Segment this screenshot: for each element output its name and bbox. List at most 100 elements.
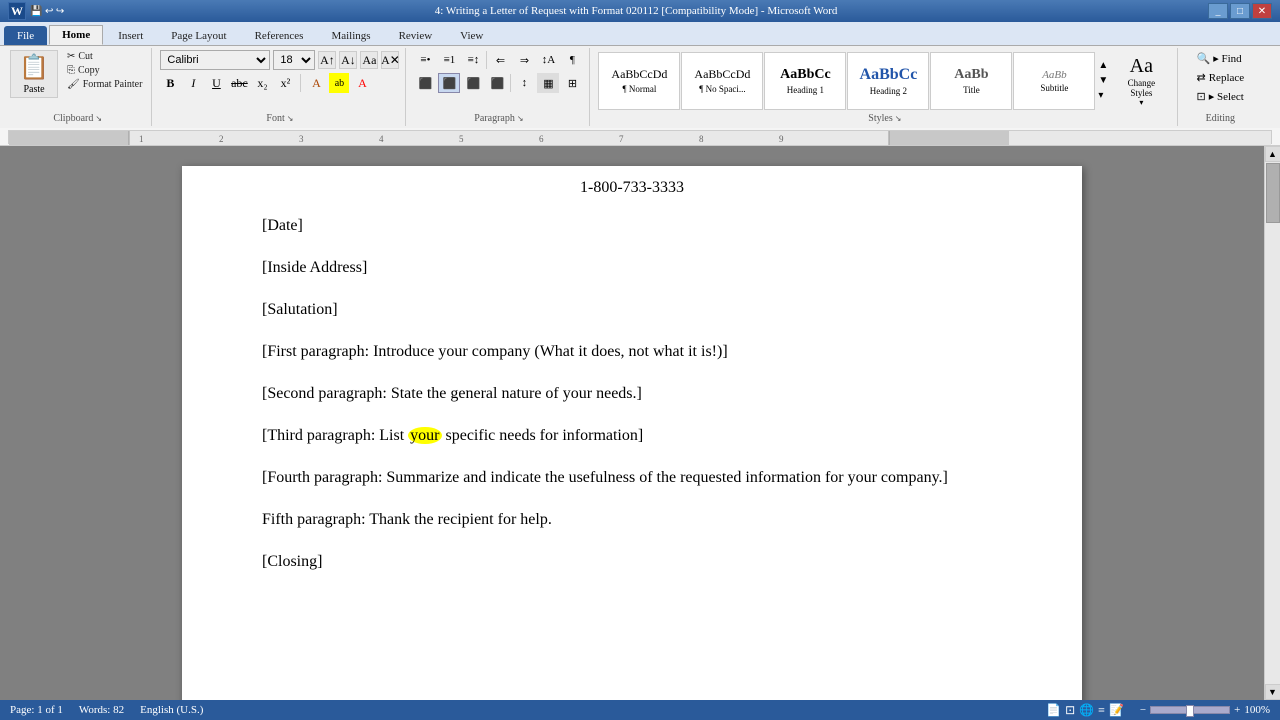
strikethrough-button[interactable]: abc xyxy=(229,73,249,93)
grow-font-button[interactable]: A↑ xyxy=(318,51,336,69)
change-styles-button[interactable]: Aa ChangeStyles ▾ xyxy=(1111,51,1171,111)
styles-scroll-up-button[interactable]: ▲ xyxy=(1096,58,1110,73)
tab-home[interactable]: Home xyxy=(49,25,103,45)
increase-indent-button[interactable]: ⇒ xyxy=(513,50,535,70)
tab-file[interactable]: File xyxy=(4,26,47,45)
zoom-out-button[interactable]: − xyxy=(1140,704,1146,716)
language: English (U.S.) xyxy=(140,704,203,716)
text-effects-button[interactable]: A xyxy=(306,73,326,93)
style-subtitle[interactable]: AaBb Subtitle xyxy=(1013,52,1095,110)
clear-formatting-button[interactable]: A✕ xyxy=(381,51,399,69)
cut-button[interactable]: ✂ Cut xyxy=(64,50,145,63)
paragraph-dialog-launcher[interactable]: ↘ xyxy=(517,114,524,123)
print-layout-button[interactable]: 📄 xyxy=(1046,703,1061,718)
paste-button[interactable]: 📋 Paste xyxy=(10,50,58,98)
decrease-indent-button[interactable]: ⇐ xyxy=(489,50,511,70)
copy-icon: ⎘ xyxy=(67,65,75,76)
tab-mailings[interactable]: Mailings xyxy=(318,26,383,45)
replace-button[interactable]: ⇄ Replace xyxy=(1193,69,1249,86)
outline-button[interactable]: ≡ xyxy=(1098,703,1105,718)
find-label: ▸ Find xyxy=(1213,52,1241,65)
scroll-down-button[interactable]: ▼ xyxy=(1265,684,1280,700)
scroll-track[interactable] xyxy=(1265,162,1280,684)
clipboard-group-content: 📋 Paste ✂ Cut ⎘ Copy 🖌 Format Painter xyxy=(10,50,145,111)
document-page[interactable]: 1-800-733-3333 [Date] [Inside Address] [… xyxy=(182,166,1082,700)
style-heading2[interactable]: AaBbCc Heading 2 xyxy=(847,52,929,110)
format-painter-label: Format Painter xyxy=(83,79,143,90)
change-styles-label: ChangeStyles xyxy=(1128,78,1156,98)
style-heading1[interactable]: AaBbCc Heading 1 xyxy=(764,52,846,110)
bullets-button[interactable]: ≡• xyxy=(414,50,436,70)
font-color-button[interactable]: A xyxy=(352,73,372,93)
style-normal[interactable]: AaBbCcDd ¶ Normal xyxy=(598,52,680,110)
title-bar-controls[interactable]: _ □ ✕ xyxy=(1208,3,1272,19)
justify-button[interactable]: ⬛ xyxy=(486,73,508,93)
style-normal-preview: AaBbCcDd xyxy=(611,67,667,82)
sort-button[interactable]: ↕A xyxy=(537,50,559,70)
line-spacing-button[interactable]: ↕ xyxy=(513,73,535,93)
word-count: Words: 82 xyxy=(79,704,124,716)
copy-button[interactable]: ⎘ Copy xyxy=(64,64,145,77)
title-bar-left: W 💾 ↩ ↪ xyxy=(8,2,64,20)
tab-references[interactable]: References xyxy=(242,26,317,45)
styles-dialog-launcher[interactable]: ↘ xyxy=(895,114,902,123)
scissors-icon: ✂ xyxy=(67,51,75,62)
close-button[interactable]: ✕ xyxy=(1252,3,1272,19)
style-no-spacing[interactable]: AaBbCcDd ¶ No Spaci... xyxy=(681,52,763,110)
subscript-button[interactable]: x₂ xyxy=(252,73,272,93)
svg-text:5: 5 xyxy=(459,134,464,144)
quick-access-icons: 💾 ↩ ↪ xyxy=(30,6,64,17)
draft-button[interactable]: 📝 xyxy=(1109,703,1124,718)
styles-more-button[interactable]: ▾ xyxy=(1096,88,1110,103)
text-highlight-button[interactable]: ab xyxy=(329,73,349,93)
copy-label: Copy xyxy=(78,65,100,76)
salutation-line: [Salutation] xyxy=(262,298,1002,322)
change-case-button[interactable]: Aa xyxy=(360,51,378,69)
maximize-button[interactable]: □ xyxy=(1230,3,1250,19)
tab-insert[interactable]: Insert xyxy=(105,26,156,45)
style-title[interactable]: AaBb Title xyxy=(930,52,1012,110)
scroll-up-button[interactable]: ▲ xyxy=(1265,146,1280,162)
date-line: [Date] xyxy=(262,214,1002,238)
multilevel-list-button[interactable]: ≡↕ xyxy=(462,50,484,70)
numbering-button[interactable]: ≡1 xyxy=(438,50,460,70)
italic-button[interactable]: I xyxy=(183,73,203,93)
shading-button[interactable]: ▦ xyxy=(537,73,559,93)
web-layout-button[interactable]: 🌐 xyxy=(1079,703,1094,718)
select-button[interactable]: ⊡ ▸ Select xyxy=(1193,88,1248,105)
font-family-select[interactable]: Calibri xyxy=(160,50,270,70)
zoom-slider[interactable] xyxy=(1150,706,1230,714)
format-painter-button[interactable]: 🖌 Format Painter xyxy=(64,78,145,91)
superscript-button[interactable]: x² xyxy=(275,73,295,93)
scroll-thumb[interactable] xyxy=(1266,163,1280,223)
underline-button[interactable]: U xyxy=(206,73,226,93)
full-screen-button[interactable]: ⊡ xyxy=(1065,703,1075,718)
bold-button[interactable]: B xyxy=(160,73,180,93)
minimize-button[interactable]: _ xyxy=(1208,3,1228,19)
zoom-in-button[interactable]: + xyxy=(1234,704,1240,716)
shrink-font-button[interactable]: A↓ xyxy=(339,51,357,69)
align-right-button[interactable]: ⬛ xyxy=(462,73,484,93)
font-dialog-launcher[interactable]: ↘ xyxy=(287,114,294,123)
ruler: 1 2 3 4 5 6 7 8 9 xyxy=(8,130,1272,144)
svg-text:4: 4 xyxy=(379,134,384,144)
page-count: Page: 1 of 1 xyxy=(10,704,63,716)
zoom-slider-thumb[interactable] xyxy=(1186,705,1194,717)
find-button[interactable]: 🔍 ▸ Find xyxy=(1193,50,1246,67)
font-formatting-row: B I U abc x₂ x² A ab A xyxy=(160,73,372,93)
align-center-button[interactable]: ⬛ xyxy=(438,73,460,93)
tab-review[interactable]: Review xyxy=(386,26,446,45)
styles-scroll-down-button[interactable]: ▼ xyxy=(1096,73,1110,88)
svg-text:3: 3 xyxy=(299,134,304,144)
font-size-select[interactable]: 18 xyxy=(273,50,315,70)
style-title-preview: AaBb xyxy=(954,67,988,83)
align-left-button[interactable]: ⬛ xyxy=(414,73,436,93)
clipboard-dialog-launcher[interactable]: ↘ xyxy=(95,114,102,123)
ruler-marks: 1 2 3 4 5 6 7 8 9 xyxy=(9,131,1271,145)
borders-button[interactable]: ⊞ xyxy=(561,73,583,93)
page-container: 1-800-733-3333 [Date] [Inside Address] [… xyxy=(0,146,1264,700)
font-selector-row: Calibri 18 A↑ A↓ Aa A✕ xyxy=(160,50,399,70)
show-formatting-button[interactable]: ¶ xyxy=(561,50,583,70)
tab-page-layout[interactable]: Page Layout xyxy=(158,26,239,45)
tab-view[interactable]: View xyxy=(447,26,496,45)
